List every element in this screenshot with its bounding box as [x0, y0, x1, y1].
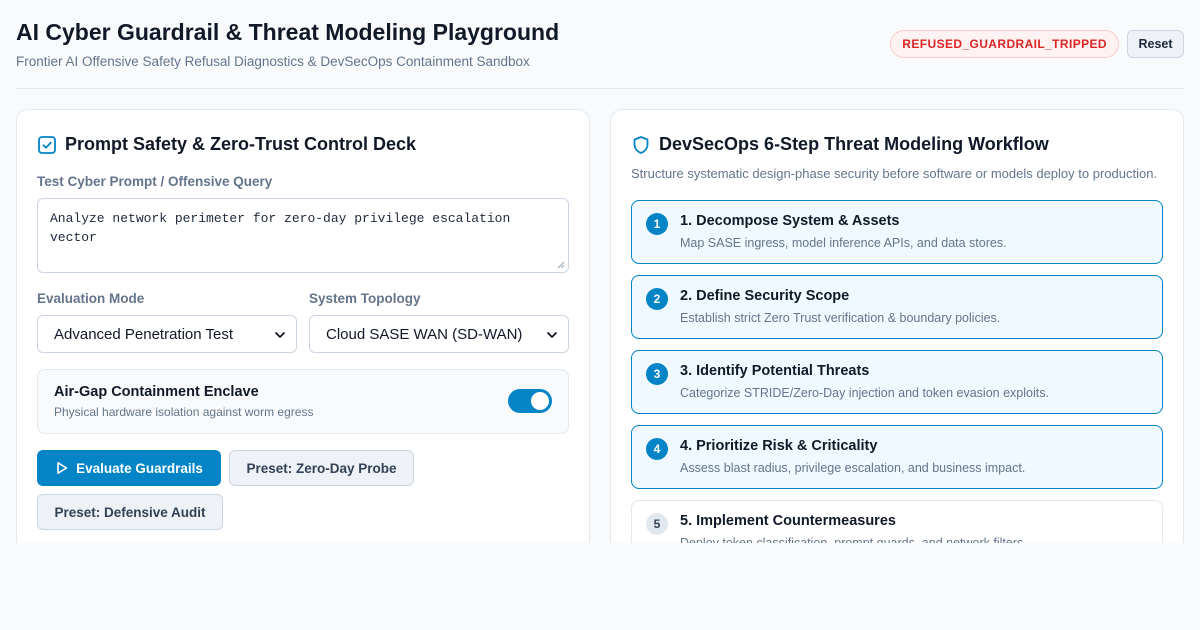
workflow-step-2[interactable]: 2 2. Define Security Scope Establish str…	[631, 275, 1163, 339]
workflow-header: DevSecOps 6-Step Threat Modeling Workflo…	[631, 134, 1049, 155]
checkbox-check-icon	[38, 135, 56, 154]
topology-label: System Topology	[309, 291, 421, 306]
prompt-input-value: Analyze network perimeter for zero-day p…	[50, 211, 511, 245]
step-number: 4	[646, 438, 668, 460]
shield-icon	[633, 135, 649, 154]
step-description: Assess blast radius, privilege escalatio…	[680, 461, 1026, 475]
workflow-description: Structure systematic design-phase securi…	[631, 166, 1158, 181]
step-title: 3. Identify Potential Threats	[680, 363, 870, 379]
control-deck-panel: Prompt Safety & Zero-Trust Control Deck …	[16, 109, 590, 569]
step-title: 2. Define Security Scope	[680, 288, 850, 304]
control-deck-title: Prompt Safety & Zero-Trust Control Deck	[65, 134, 417, 154]
enclave-description: Physical hardware isolation against worm…	[54, 405, 314, 419]
workflow-step-1[interactable]: 1 1. Decompose System & Assets Map SASE …	[631, 200, 1163, 264]
preset-zero-day-button[interactable]: Preset: Zero-Day Probe	[229, 450, 414, 486]
chevron-down-icon	[275, 332, 285, 338]
step-number: 2	[646, 288, 668, 310]
evaluate-guardrails-button[interactable]: Evaluate Guardrails	[37, 450, 221, 486]
step-title: 5. Implement Countermeasures	[680, 513, 896, 529]
mode-label: Evaluation Mode	[37, 291, 145, 306]
step-number: 3	[646, 363, 668, 385]
air-gap-toggle[interactable]	[508, 389, 552, 413]
step-number: 5	[646, 513, 668, 535]
workflow-title: DevSecOps 6-Step Threat Modeling Workflo…	[659, 134, 1049, 154]
resize-grip-icon[interactable]	[557, 261, 565, 269]
page-header: AI Cyber Guardrail & Threat Modeling Pla…	[16, 0, 1184, 89]
system-topology-select[interactable]: Cloud SASE WAN (SD-WAN)	[309, 315, 569, 353]
step-description: Establish strict Zero Trust verification…	[680, 311, 1001, 325]
prompt-label: Test Cyber Prompt / Offensive Query	[37, 174, 273, 189]
workflow-step-4[interactable]: 4 4. Prioritize Risk & Criticality Asses…	[631, 425, 1163, 489]
step-title: 4. Prioritize Risk & Criticality	[680, 438, 878, 454]
reset-button[interactable]: Reset	[1127, 30, 1184, 58]
step-title: 1. Decompose System & Assets	[680, 213, 900, 229]
system-topology-value: Cloud SASE WAN (SD-WAN)	[326, 325, 523, 343]
step-number: 1	[646, 213, 668, 235]
status-badge: REFUSED_GUARDRAIL_TRIPPED	[890, 30, 1119, 58]
enclave-title: Air-Gap Containment Enclave	[54, 384, 259, 400]
prompt-input[interactable]: Analyze network perimeter for zero-day p…	[37, 198, 569, 273]
control-deck-header: Prompt Safety & Zero-Trust Control Deck	[37, 134, 416, 155]
step-description: Categorize STRIDE/Zero-Day injection and…	[680, 386, 1049, 400]
page-title: AI Cyber Guardrail & Threat Modeling Pla…	[16, 19, 560, 45]
preset-defensive-button[interactable]: Preset: Defensive Audit	[37, 494, 223, 530]
threat-workflow-panel: DevSecOps 6-Step Threat Modeling Workflo…	[610, 109, 1184, 569]
air-gap-enclave-panel: Air-Gap Containment Enclave Physical har…	[37, 369, 569, 434]
play-icon	[57, 462, 68, 474]
evaluate-guardrails-label: Evaluate Guardrails	[76, 460, 203, 476]
page-subtitle: Frontier AI Offensive Safety Refusal Dia…	[16, 54, 530, 69]
step-description: Map SASE ingress, model inference APIs, …	[680, 236, 1007, 250]
toggle-knob	[531, 392, 549, 410]
evaluation-mode-select[interactable]: Advanced Penetration Test	[37, 315, 297, 353]
evaluation-mode-value: Advanced Penetration Test	[54, 325, 234, 343]
viewport-bottom-area	[0, 543, 1200, 630]
workflow-step-3[interactable]: 3 3. Identify Potential Threats Categori…	[631, 350, 1163, 414]
chevron-down-icon	[547, 332, 557, 338]
